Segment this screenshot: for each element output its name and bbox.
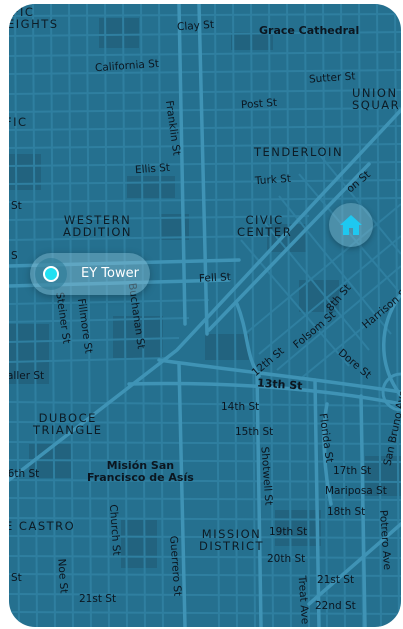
map-label-21st-st-left: 21st St [79,593,117,605]
map-label-21st-st-right: 21st St [317,574,355,586]
map-label-st-left: St [11,200,22,212]
location-marker-chip[interactable]: EY Tower [30,253,150,295]
map-label-castro: E CASTRO [9,519,76,533]
map-label-waller-st: aller St [9,370,45,382]
map-label-union-square: UNION SQUAR [352,86,401,112]
map-label-noe-st: Noe St [55,558,70,594]
map-label-st-bottom-left: St [11,572,22,584]
map-label-15th-st: 15th St [235,426,274,438]
map-view[interactable]: IFIC EIGHTS Clay St Grace Cathedral Cali… [9,4,401,627]
map-label-mission-district: MISSION DISTRICT [199,527,265,553]
home-icon [340,215,362,235]
location-dot-icon [43,266,59,282]
map-label-fell-st: Fell St [198,271,232,285]
map-label-14th-st: 14th St [221,401,260,413]
location-name: EY Tower [81,266,139,281]
map-label-22nd-st: 22nd St [315,600,356,612]
map-label-civic-center: CIVIC CENTER [237,213,293,239]
map-label-western-addition: WESTERN ADDITION [63,213,133,239]
map-label-fic: FIC [9,115,28,129]
map-label-17th-st: 17th St [333,465,372,477]
map-label-s-left: S [11,250,18,262]
map-label-ellis-st: Ellis St [134,161,171,177]
map-label-18th-st: 18th St [327,506,366,518]
map-label-mision-san-francisco: Misión San Francisco de Asís [87,459,194,484]
map-label-mariposa-st: Mariposa St [325,485,387,497]
map-label-heights: IFIC EIGHTS [9,5,59,31]
location-dot-ring [35,258,67,290]
map-label-duboce-triangle: DUBOCE TRIANGLE [33,411,103,437]
map-label-19th-st: 19th St [269,526,308,538]
map-label-tenderloin: TENDERLOIN [254,145,344,159]
map-label-post-st: Post St [240,96,278,112]
map-label-grace-cathedral: Grace Cathedral [259,24,360,37]
home-marker[interactable] [329,203,373,247]
map-label-turk-st: Turk St [254,172,292,188]
map-label-16th-st: 16th St [9,468,40,480]
map-screen: IFIC EIGHTS Clay St Grace Cathedral Cali… [0,0,403,629]
map-label-20th-st: 20th St [267,553,306,565]
